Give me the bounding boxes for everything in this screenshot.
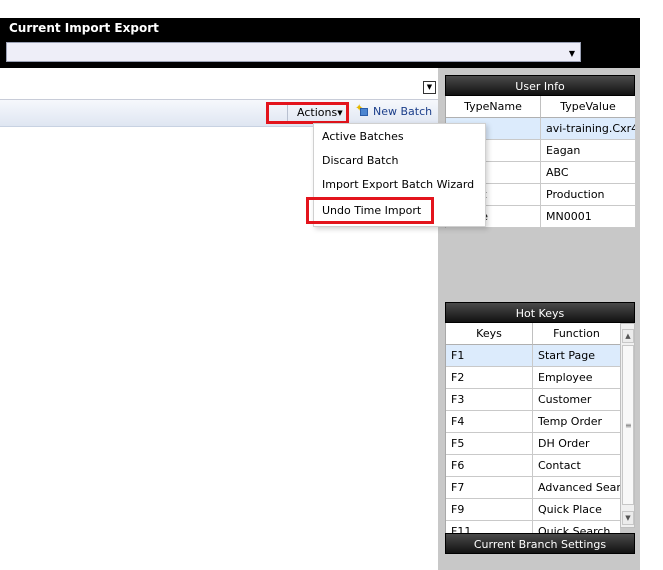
table-row[interactable]: F11 Quick Search — [446, 521, 620, 533]
column-header-keys[interactable]: Keys — [446, 323, 533, 345]
top-strip — [0, 0, 663, 18]
hot-keys-scrollbar[interactable]: ▲ ≡ ▼ — [620, 323, 635, 528]
menu-item-discard-batch[interactable]: Discard Batch — [314, 149, 487, 173]
current-branch-settings-header[interactable]: Current Branch Settings — [445, 533, 635, 554]
caret-down-icon: ▼ — [337, 109, 343, 117]
grip-icon: ≡ — [625, 421, 632, 430]
hot-keys-header: Hot Keys — [445, 302, 635, 323]
table-row[interactable]: F7 Advanced Sear — [446, 477, 620, 499]
table-row[interactable]: F9 Quick Place — [446, 499, 620, 521]
import-export-header: Current Import Export ▼ — [0, 18, 640, 68]
scrollbar-thumb[interactable]: ≡ — [622, 345, 634, 505]
main-panel-top-row: ▼ — [0, 76, 438, 100]
page-title: Current Import Export — [9, 21, 159, 35]
column-header-function[interactable]: Function — [533, 323, 620, 345]
new-batch-button[interactable]: ✦ New Batch — [355, 103, 433, 118]
table-row[interactable]: F6 Contact — [446, 455, 620, 477]
actions-dropdown-menu: Active Batches Discard Batch Import Expo… — [306, 123, 487, 227]
chevron-down-icon: ▼ — [426, 83, 433, 91]
table-row[interactable]: F4 Temp Order — [446, 411, 620, 433]
column-header-typename[interactable]: TypeName — [446, 96, 541, 118]
import-export-select[interactable]: ▼ — [6, 42, 581, 62]
actions-label: Actions — [297, 106, 338, 119]
table-row[interactable]: F3 Customer — [446, 389, 620, 411]
scroll-up-icon[interactable]: ▲ — [622, 329, 634, 343]
chevron-down-icon: ▼ — [568, 49, 575, 58]
menu-item-active-batches[interactable]: Active Batches — [314, 125, 487, 149]
new-batch-icon: ✦ — [355, 103, 369, 117]
new-batch-label: New Batch — [373, 105, 433, 118]
column-header-typevalue[interactable]: TypeValue — [541, 96, 636, 118]
user-info-header: User Info — [445, 75, 635, 96]
scroll-down-icon[interactable]: ▼ — [622, 511, 634, 525]
menu-item-undo-time-import[interactable]: Undo Time Import — [306, 197, 434, 224]
table-row[interactable]: F1 Start Page — [446, 345, 620, 367]
table-row[interactable]: F2 Employee — [446, 367, 620, 389]
collapse-dropdown-button[interactable]: ▼ — [423, 81, 436, 94]
hot-keys-grid: Keys Function F1 Start Page F2 Employee … — [445, 323, 620, 533]
menu-item-import-export-batch-wizard[interactable]: Import Export Batch Wizard — [314, 173, 487, 197]
actions-menu-button[interactable]: Actions▼ — [266, 102, 349, 124]
table-row[interactable]: F5 DH Order — [446, 433, 620, 455]
